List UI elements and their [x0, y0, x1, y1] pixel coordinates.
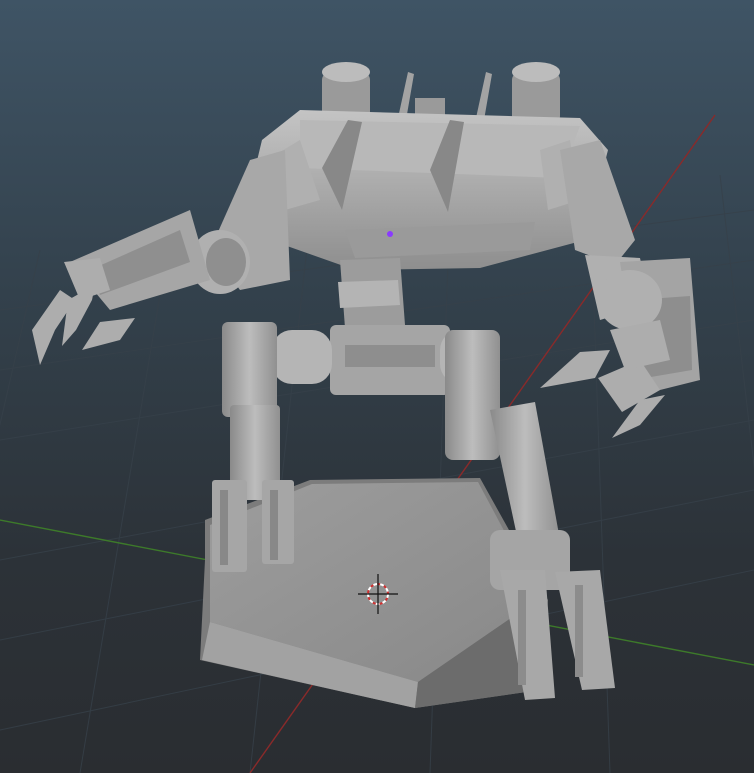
viewport-3d[interactable]	[0, 0, 754, 773]
chest-block	[338, 258, 405, 328]
right-claw	[540, 320, 670, 438]
viewport-canvas[interactable]	[0, 0, 754, 773]
hex-base[interactable]	[200, 478, 548, 708]
torso	[250, 110, 608, 270]
object-origin-dot	[387, 231, 393, 237]
shoulder-turret-right	[512, 62, 560, 124]
